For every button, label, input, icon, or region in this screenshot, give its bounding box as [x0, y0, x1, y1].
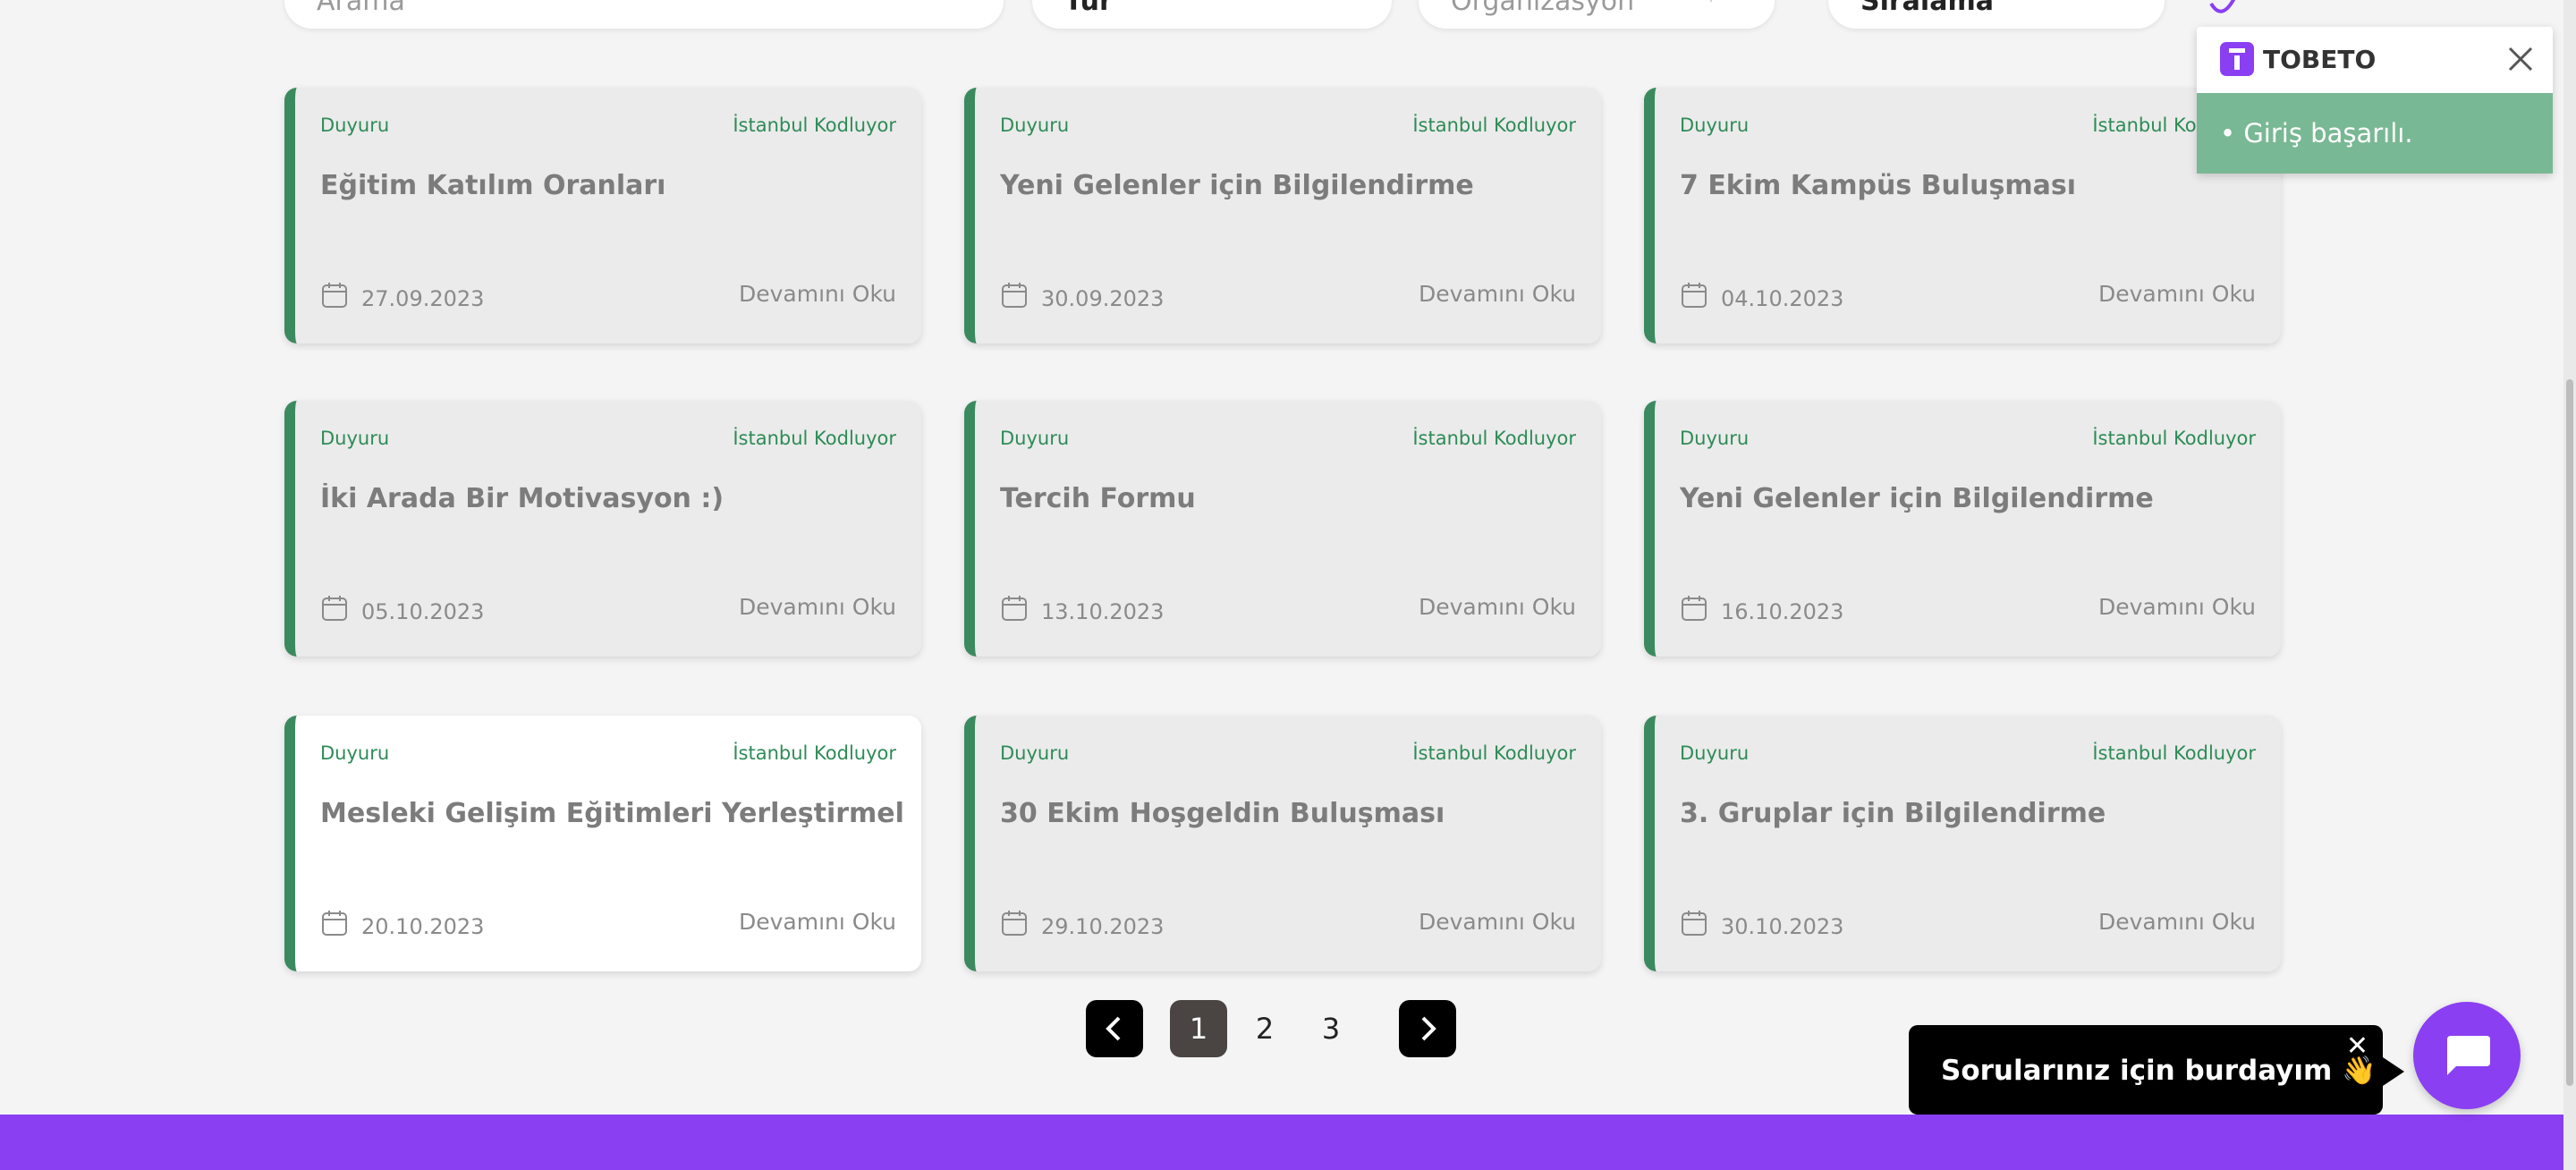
card-title: Eğitim Katılım Oranları — [320, 170, 666, 201]
card-title: Mesleki Gelişim Eğitimleri Yerleştirmele… — [320, 798, 903, 829]
card-category: Duyuru — [1680, 428, 1750, 449]
calendar-icon — [1002, 911, 1027, 936]
next-page-button[interactable] — [1399, 1000, 1456, 1057]
toast-notification: TOBETO • Giriş başarılı. — [2197, 27, 2553, 174]
card-title: Yeni Gelenler için Bilgilendirme — [1680, 483, 2154, 514]
card-title: 30 Ekim Hoşgeldin Buluşması — [1000, 798, 1445, 829]
card-date: 27.09.2023 — [361, 286, 485, 311]
card-organization: İstanbul Kodluyor — [1412, 114, 1576, 136]
search-placeholder: Arama — [317, 0, 405, 17]
read-more-link[interactable]: Devamını Oku — [2098, 594, 2256, 620]
announcement-card[interactable]: Duyuru İstanbul Kodluyor Yeni Gelenler i… — [964, 88, 1601, 343]
calendar-icon — [322, 911, 347, 936]
tobeto-logo-icon — [2220, 42, 2254, 76]
card-title: Yeni Gelenler için Bilgilendirme — [1000, 170, 1474, 201]
organization-select[interactable]: Organizasyon ⌄ — [1419, 0, 1775, 29]
card-organization: İstanbul Kodluyor — [2092, 742, 2256, 764]
chat-prompt-bubble[interactable]: Sorularınız için burdayım 👋 ✕ — [1909, 1025, 2404, 1115]
announcement-card[interactable]: Duyuru İstanbul Kodluyor Yeni Gelenler i… — [1644, 401, 2281, 657]
chevron-down-icon: ⌄ — [1340, 0, 1356, 4]
sort-select[interactable]: Sıralama ⌄ — [1828, 0, 2165, 29]
calendar-icon — [322, 283, 347, 308]
card-organization: İstanbul Kodluyor — [733, 742, 896, 764]
announcement-card[interactable]: Duyuru İstanbul Kodluyor 3. Gruplar için… — [1644, 716, 2281, 971]
card-date: 04.10.2023 — [1721, 286, 1844, 311]
card-organization: İstanbul Kodluyor — [733, 114, 896, 136]
footer-bar — [0, 1115, 2563, 1170]
read-more-link[interactable]: Devamını Oku — [1419, 909, 1576, 935]
type-select[interactable]: Tür ⌄ — [1032, 0, 1392, 29]
clear-filter-icon[interactable] — [2207, 0, 2247, 18]
chat-prompt-close-icon[interactable]: ✕ — [2346, 1030, 2368, 1062]
read-more-link[interactable]: Devamını Oku — [1419, 281, 1576, 307]
toast-brand: TOBETO — [2263, 44, 2377, 74]
card-category: Duyuru — [1680, 742, 1750, 764]
read-more-link[interactable]: Devamını Oku — [2098, 909, 2256, 935]
card-title: İki Arada Bir Motivasyon :) — [320, 483, 724, 514]
page-button-3[interactable]: 3 — [1302, 1000, 1360, 1057]
card-organization: İstanbul Kodluyor — [1412, 428, 1576, 449]
read-more-link[interactable]: Devamını Oku — [2098, 281, 2256, 307]
read-more-link[interactable]: Devamını Oku — [739, 909, 896, 935]
search-icon[interactable] — [923, 0, 962, 2]
card-category: Duyuru — [1000, 428, 1070, 449]
chevron-down-icon: ⌄ — [2113, 0, 2129, 4]
close-icon[interactable] — [2503, 41, 2538, 77]
card-organization: İstanbul Kodluyor — [733, 428, 896, 449]
card-category: Duyuru — [1680, 114, 1750, 136]
page-button-2[interactable]: 2 — [1236, 1000, 1293, 1057]
card-date: 05.10.2023 — [361, 599, 485, 624]
read-more-link[interactable]: Devamını Oku — [739, 281, 896, 307]
bubble-tail — [2383, 1057, 2404, 1086]
card-date: 13.10.2023 — [1041, 599, 1165, 624]
calendar-icon — [1682, 596, 1707, 621]
calendar-icon — [1682, 911, 1707, 936]
card-title: 3. Gruplar için Bilgilendirme — [1680, 798, 2106, 829]
page-button-1[interactable]: 1 — [1170, 1000, 1227, 1057]
announcement-card[interactable]: Duyuru İstanbul Kodluyor İki Arada Bir M… — [284, 401, 921, 657]
select-separator — [1710, 0, 1712, 2]
chat-prompt-text: Sorularınız için burdayım 👋 — [1941, 1054, 2377, 1087]
card-category: Duyuru — [1000, 114, 1070, 136]
search-input[interactable]: Arama — [284, 0, 1004, 29]
read-more-link[interactable]: Devamını Oku — [739, 594, 896, 620]
read-more-link[interactable]: Devamını Oku — [1419, 594, 1576, 620]
card-date: 29.10.2023 — [1041, 914, 1165, 939]
type-select-value: Tür — [1064, 0, 1113, 17]
card-date: 30.10.2023 — [1721, 914, 1844, 939]
calendar-icon — [1002, 283, 1027, 308]
card-category: Duyuru — [320, 742, 390, 764]
chevron-left-icon — [1106, 1016, 1121, 1041]
card-date: 16.10.2023 — [1721, 599, 1844, 624]
sort-select-value: Sıralama — [1860, 0, 1994, 17]
announcement-card[interactable]: Duyuru İstanbul Kodluyor Tercih Formu 13… — [964, 401, 1601, 657]
toast-message: • Giriş başarılı. — [2197, 93, 2553, 174]
card-date: 20.10.2023 — [361, 914, 485, 939]
prev-page-button[interactable] — [1086, 1000, 1143, 1057]
card-category: Duyuru — [320, 428, 390, 449]
card-organization: İstanbul Kodluyor — [1412, 742, 1576, 764]
card-organization: İstanbul Kodluyor — [2092, 428, 2256, 449]
calendar-icon — [1002, 596, 1027, 621]
card-category: Duyuru — [1000, 742, 1070, 764]
announcement-card[interactable]: Duyuru İstanbul Kodluyor Eğitim Katılım … — [284, 88, 921, 343]
chevron-down-icon: ⌄ — [1723, 0, 1739, 4]
chevron-right-icon — [1421, 1016, 1436, 1041]
announcement-card[interactable]: Duyuru İstanbul Kodluyor 30 Ekim Hoşgeld… — [964, 716, 1601, 971]
chat-open-button[interactable] — [2413, 1002, 2521, 1109]
announcement-card[interactable]: Duyuru İstanbul Kodluyor 7 Ekim Kampüs B… — [1644, 88, 2281, 343]
card-date: 30.09.2023 — [1041, 286, 1165, 311]
organization-placeholder: Organizasyon — [1451, 0, 1635, 17]
card-title: 7 Ekim Kampüs Buluşması — [1680, 170, 2076, 201]
chat-icon — [2447, 1036, 2490, 1075]
announcement-card[interactable]: Duyuru İstanbul Kodluyor Mesleki Gelişim… — [284, 716, 921, 971]
scrollbar-thumb[interactable] — [2566, 379, 2573, 1086]
card-title: Tercih Formu — [1000, 483, 1196, 514]
toast-header: TOBETO — [2220, 41, 2376, 77]
card-category: Duyuru — [320, 114, 390, 136]
calendar-icon — [1682, 283, 1707, 308]
calendar-icon — [322, 596, 347, 621]
